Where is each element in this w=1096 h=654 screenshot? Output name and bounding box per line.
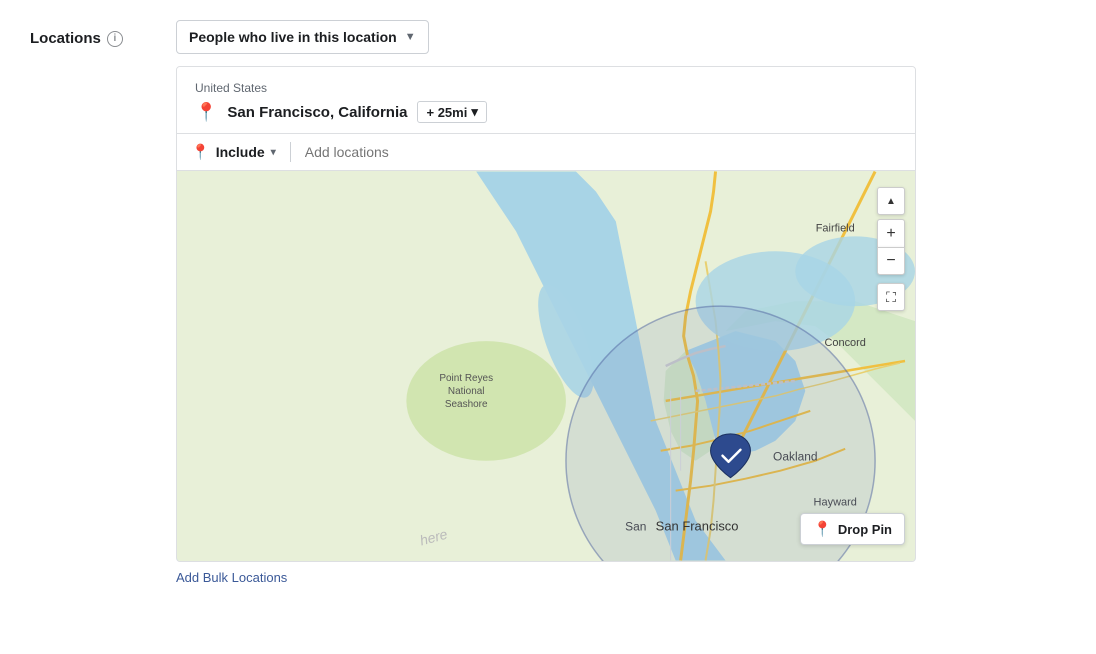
vertical-divider <box>290 142 291 162</box>
zoom-up-button[interactable]: ▲ <box>877 187 905 215</box>
svg-text:Fairfield: Fairfield <box>816 222 855 234</box>
locations-label: Locations <box>30 30 101 47</box>
location-type-label: People who live in this location <box>189 29 397 45</box>
zoom-out-button[interactable]: − <box>877 247 905 275</box>
city-name: San Francisco, California <box>227 104 407 121</box>
radius-arrow-icon: ▾ <box>471 104 478 120</box>
map-area[interactable]: Point Reyes National Seashore Concord Oa… <box>177 171 915 561</box>
add-bulk-locations-link[interactable]: Add Bulk Locations <box>176 570 1066 585</box>
radius-button[interactable]: + 25mi ▾ <box>417 101 486 123</box>
locations-label-group: Locations i <box>30 20 160 47</box>
dropdown-arrow-icon: ▼ <box>405 31 416 43</box>
svg-text:Point Reyes: Point Reyes <box>439 373 493 384</box>
drop-pin-button[interactable]: 📍 Drop Pin <box>800 513 905 545</box>
zoom-control-group: + − <box>877 219 905 275</box>
include-button[interactable]: 📍 Include ▾ <box>191 143 276 161</box>
fullscreen-button[interactable]: ⛶ <box>877 283 905 311</box>
svg-text:Concord: Concord <box>824 337 865 349</box>
map-container: United States 📍 San Francisco, Californi… <box>176 66 916 562</box>
svg-text:National: National <box>448 386 485 397</box>
info-icon[interactable]: i <box>107 31 123 47</box>
locations-row: Locations i People who live in this loca… <box>30 20 1066 54</box>
zoom-in-button[interactable]: + <box>877 219 905 247</box>
include-bar: 📍 Include ▾ <box>177 134 915 171</box>
map-controls: ▲ + − ⛶ <box>877 187 905 311</box>
include-label: Include <box>216 144 265 160</box>
add-locations-input[interactable] <box>305 144 901 160</box>
location-info-panel: United States 📍 San Francisco, Californi… <box>177 67 915 134</box>
include-pin-icon: 📍 <box>191 143 210 161</box>
country-label: United States <box>195 81 897 95</box>
radius-label: + 25mi <box>426 105 467 120</box>
drop-pin-icon: 📍 <box>813 520 832 538</box>
include-arrow-icon: ▾ <box>271 147 276 158</box>
svg-text:Seashore: Seashore <box>445 399 488 410</box>
city-row: 📍 San Francisco, California + 25mi ▾ <box>195 101 897 123</box>
drop-pin-label: Drop Pin <box>838 522 892 537</box>
location-pin-icon: 📍 <box>195 102 217 123</box>
svg-text:San Francisco: San Francisco <box>656 519 739 534</box>
map-svg: Point Reyes National Seashore Concord Oa… <box>177 171 915 561</box>
location-type-dropdown[interactable]: People who live in this location ▼ <box>176 20 429 54</box>
